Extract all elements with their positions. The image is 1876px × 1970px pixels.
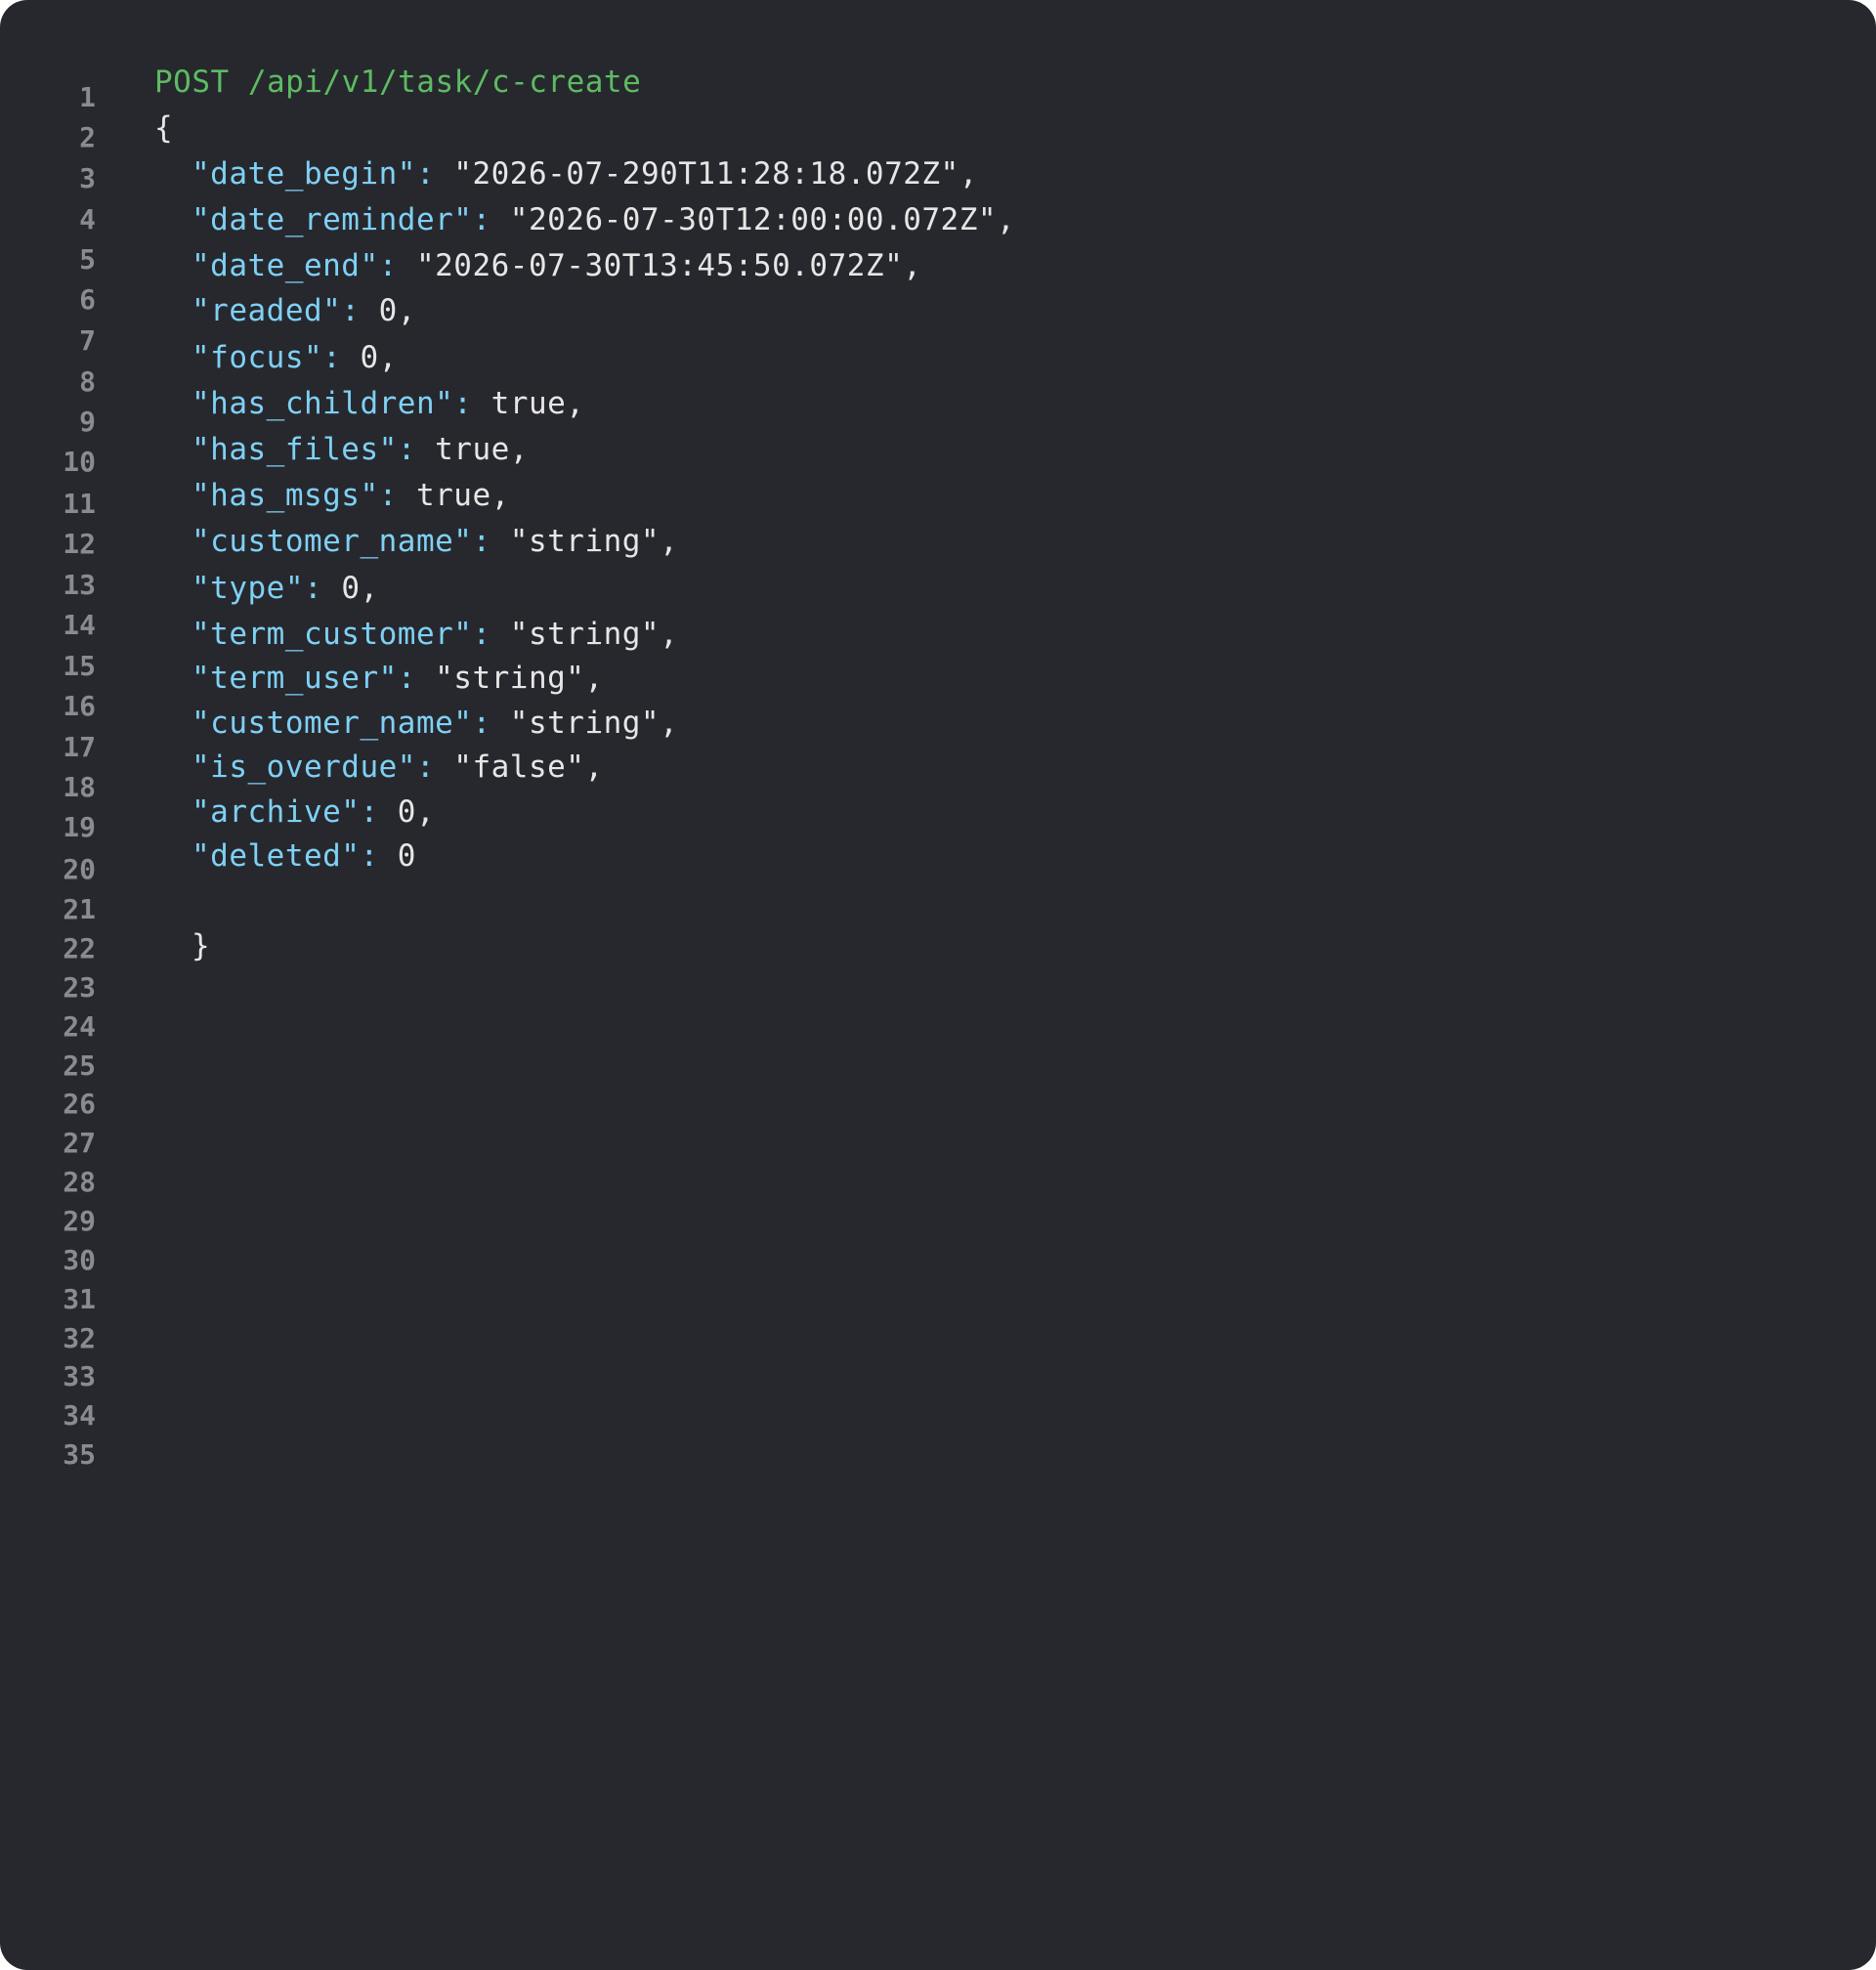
json-key: "customer_name":: [192, 524, 491, 559]
json-value: "2026-07-30T13:45:50.072Z",: [397, 248, 922, 283]
line-number: 14: [63, 609, 96, 642]
json-key: "date_reminder":: [192, 202, 491, 237]
line-number: 27: [63, 1127, 96, 1160]
json-key: "is_overdue":: [192, 749, 436, 785]
json-field-row: "customer_name": "string",: [192, 520, 678, 563]
line-number: 26: [63, 1088, 96, 1121]
line-number: 20: [63, 852, 96, 885]
json-value: 0,: [322, 571, 379, 606]
json-field-row: "focus": 0,: [192, 336, 398, 379]
line-number: 22: [63, 931, 96, 964]
line-number: 18: [63, 771, 96, 804]
line-number: 31: [63, 1282, 96, 1315]
json-value: "false",: [435, 749, 604, 785]
line-number: 3: [79, 161, 96, 194]
json-key: "date_end":: [192, 248, 398, 283]
json-field-row: "type": 0,: [192, 567, 379, 610]
json-field-row: "date_begin": "2026-07-290T11:28:18.072Z…: [192, 152, 978, 195]
close-brace: }: [192, 928, 211, 964]
json-field-row: "has_files": true,: [192, 428, 529, 471]
json-key: "customer_name":: [192, 706, 491, 741]
json-key: "has_files":: [192, 432, 416, 467]
line-number: 32: [63, 1321, 96, 1354]
line-number: 23: [63, 970, 96, 1004]
line-number: 15: [63, 649, 96, 682]
open-brace: {: [154, 110, 174, 146]
json-field-row: "term_user": "string",: [192, 657, 604, 700]
line-number: 4: [79, 203, 96, 236]
line-number: 21: [63, 893, 96, 926]
json-value: "string",: [415, 661, 604, 696]
line-number: 9: [79, 406, 96, 439]
json-field-row: "has_msgs": true,: [192, 474, 510, 517]
line-number: 11: [63, 487, 96, 520]
json-key: "archive":: [192, 794, 379, 830]
json-value: 0,: [378, 794, 436, 830]
line-number: 19: [63, 811, 96, 844]
json-key: "type":: [192, 571, 323, 606]
json-value: true,: [415, 432, 529, 467]
line-number: 8: [79, 364, 96, 398]
json-value: 0,: [360, 293, 416, 328]
json-value: "2026-07-30T12:00:00.072Z",: [490, 202, 1016, 237]
json-field-row: "archive": 0,: [192, 791, 435, 834]
json-value: "string",: [490, 617, 679, 652]
json-field-row: "has_children": true,: [192, 382, 584, 425]
json-value: "2026-07-290T11:28:18.072Z",: [435, 156, 978, 192]
json-value: "string",: [490, 524, 679, 559]
line-number: 33: [63, 1360, 96, 1393]
json-key: "date_begin":: [192, 156, 436, 192]
code-editor[interactable]: 1 2 3 4 5 6 7 8 9 10 11 12 13 14 15 16 17 18 19 20 21 22 23 24 2…: [0, 0, 1876, 1970]
json-key: "focus":: [192, 340, 342, 375]
line-number: 10: [63, 446, 96, 479]
json-field-row: "date_reminder": "2026-07-30T12:00:00.07…: [192, 198, 1015, 241]
json-key: "readed":: [192, 293, 361, 328]
line-number: 35: [63, 1438, 96, 1472]
json-field-row: "is_overdue": "false",: [192, 746, 604, 789]
line-number: 17: [63, 731, 96, 764]
line-number: 16: [63, 689, 96, 722]
json-value: true,: [397, 478, 510, 513]
json-key: "term_customer":: [192, 617, 491, 652]
json-key: "has_children":: [192, 386, 473, 421]
json-value: "string",: [490, 706, 679, 741]
line-number: 13: [63, 569, 96, 602]
json-key: "deleted":: [192, 838, 379, 874]
request-line: POST /api/v1/task/c-create: [154, 64, 642, 100]
line-number: 12: [63, 527, 96, 560]
json-field-row: "customer_name": "string",: [192, 702, 678, 745]
line-number: 1: [79, 81, 96, 114]
json-value: 0: [378, 838, 416, 874]
line-number: 6: [79, 283, 96, 317]
json-value: 0,: [341, 340, 398, 375]
line-number: 24: [63, 1009, 96, 1043]
line-number: 28: [63, 1166, 96, 1199]
line-number: 7: [79, 323, 96, 357]
json-field-row: "date_end": "2026-07-30T13:45:50.072Z",: [192, 244, 921, 287]
json-field-row: "readed": 0,: [192, 289, 416, 332]
json-field-row: "term_customer": "string",: [192, 613, 678, 656]
json-key: "term_user":: [192, 661, 416, 696]
json-value: true,: [472, 386, 585, 421]
line-number: 34: [63, 1399, 96, 1433]
json-field-row: "deleted": 0: [192, 835, 416, 878]
line-number: 29: [63, 1204, 96, 1237]
line-number: 2: [79, 121, 96, 154]
line-number: 25: [63, 1049, 96, 1082]
line-number: 5: [79, 243, 96, 277]
line-number: 30: [63, 1243, 96, 1276]
json-key: "has_msgs":: [192, 478, 398, 513]
